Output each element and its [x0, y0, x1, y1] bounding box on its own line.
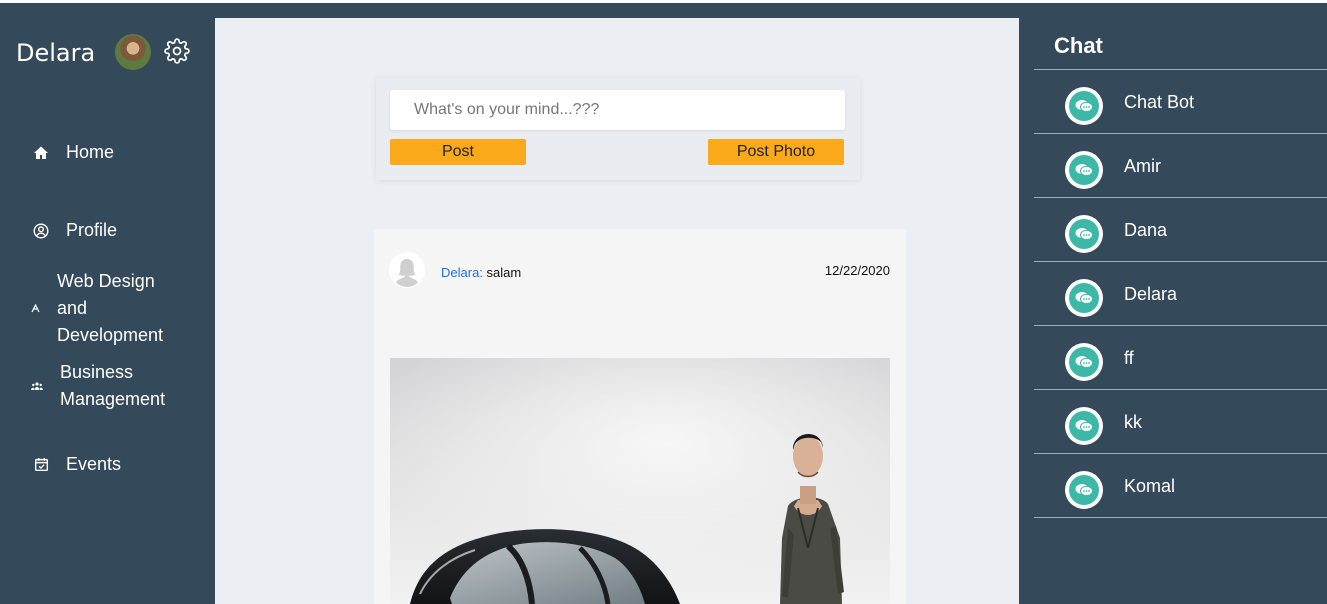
post-input[interactable]	[390, 90, 845, 130]
chat-contact-amir[interactable]: Amir	[1034, 134, 1327, 198]
post-content: Delara: salam	[441, 265, 521, 280]
nav-home-label: Home	[66, 142, 115, 162]
chat-title: Chat	[1054, 33, 1103, 58]
chat-bubble-icon	[1065, 471, 1103, 509]
chat-contact-kk[interactable]: kk	[1034, 390, 1327, 454]
chat-contact-name: Komal	[1124, 476, 1176, 496]
chat-panel: Chat Chat Bot Amir Dana Delara ff kk Kom…	[1034, 3, 1327, 604]
chat-contact-komal[interactable]: Komal	[1034, 454, 1327, 518]
chat-bubble-icon	[1065, 215, 1103, 253]
post-text: salam	[486, 265, 522, 280]
chat-contact-name: ff	[1124, 348, 1134, 368]
nav-web-design-label: Web Design and Development	[57, 271, 164, 345]
user-avatar[interactable]	[115, 34, 151, 70]
chat-bubble-icon	[1065, 279, 1103, 317]
nav-profile[interactable]: Profile	[32, 217, 117, 244]
post-card: Delara: salam 12/22/2020	[374, 229, 906, 604]
chat-contact-dana[interactable]: Dana	[1034, 198, 1327, 262]
calendar-check-icon	[32, 456, 50, 474]
chat-bubble-icon	[1065, 151, 1103, 189]
post-photo	[390, 358, 890, 604]
nav-events-label: Events	[66, 454, 122, 474]
left-sidebar: Delara Home Profile Web Design and Devel…	[0, 3, 215, 604]
post-composer: Post Post Photo	[376, 78, 860, 180]
design-icon	[30, 300, 40, 318]
post-date: 12/22/2020	[824, 263, 890, 278]
nav-business-management[interactable]: Business Management	[31, 359, 165, 413]
chat-contact-ff[interactable]: ff	[1034, 326, 1327, 390]
chat-contact-delara[interactable]: Delara	[1034, 262, 1327, 326]
post-author-avatar	[389, 252, 425, 288]
post-photo-button[interactable]: Post Photo	[708, 139, 844, 165]
nav-events[interactable]: Events	[32, 451, 121, 478]
chat-contact-name: kk	[1124, 412, 1142, 432]
nav-web-design[interactable]: Web Design and Development	[30, 268, 163, 349]
chat-bubble-icon	[1065, 343, 1103, 381]
chat-contact-name: Dana	[1124, 220, 1168, 240]
nav-business-management-label: Business Management	[60, 362, 166, 409]
home-icon	[32, 144, 50, 162]
chat-list: Chat Bot Amir Dana Delara ff kk Komal	[1034, 69, 1327, 518]
nav-profile-label: Profile	[66, 220, 118, 240]
chat-bubble-icon	[1065, 407, 1103, 445]
main-feed: Post Post Photo Delara: salam 12/22/2020	[215, 18, 1019, 604]
post-button[interactable]: Post	[390, 139, 526, 165]
user-circle-icon	[32, 222, 50, 240]
group-icon	[31, 377, 43, 395]
chat-bubble-icon	[1065, 87, 1103, 125]
nav-home[interactable]: Home	[32, 139, 114, 166]
chat-contact-name: Delara	[1124, 284, 1178, 304]
chat-contact-chat-bot[interactable]: Chat Bot	[1034, 70, 1327, 134]
username-title: Delara	[16, 39, 96, 67]
chat-contact-name: Amir	[1124, 156, 1161, 176]
post-author-link[interactable]: Delara:	[441, 265, 483, 280]
gear-icon[interactable]	[164, 38, 190, 64]
chat-contact-name: Chat Bot	[1124, 92, 1195, 112]
